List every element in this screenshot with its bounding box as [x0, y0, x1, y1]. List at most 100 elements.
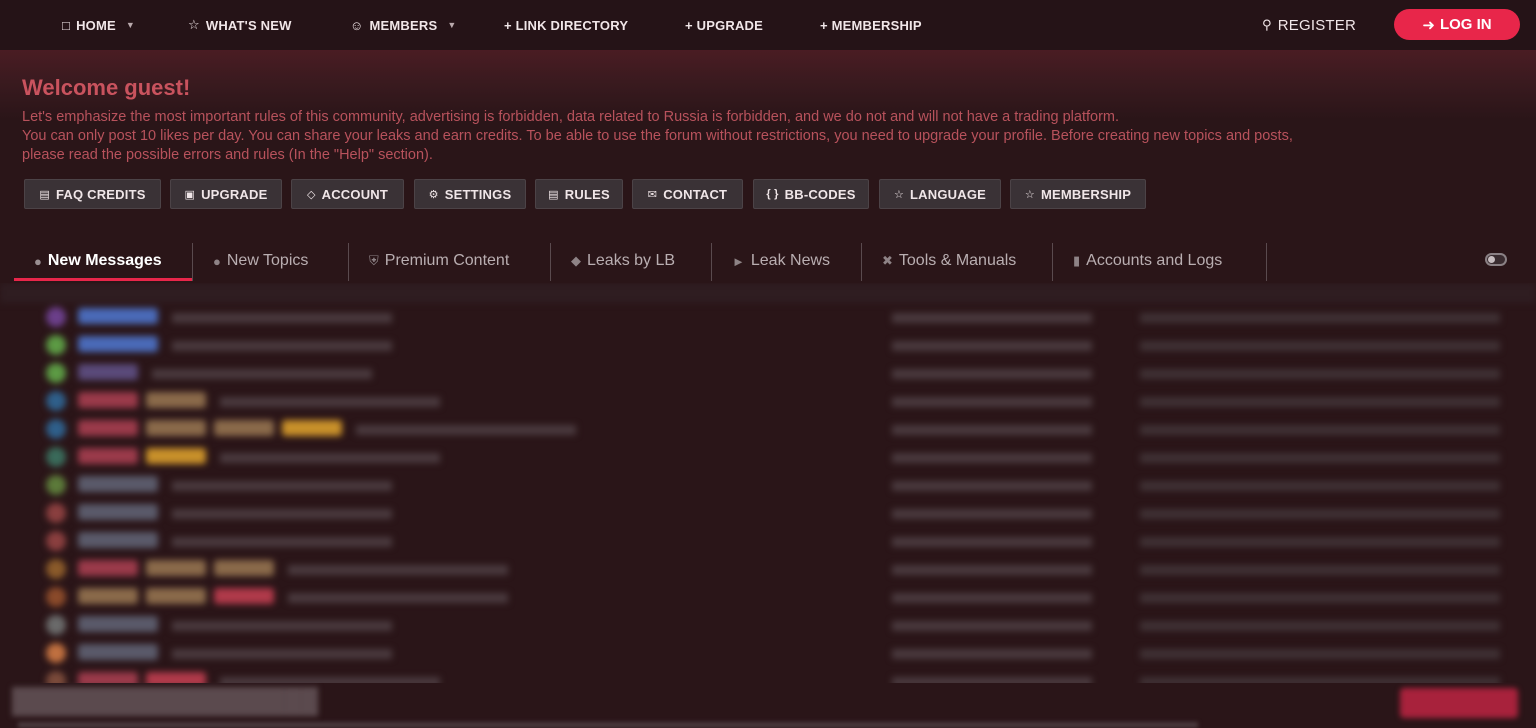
language-button[interactable]: ☆ LANGUAGE	[879, 179, 1001, 209]
stats-cell	[1140, 425, 1500, 435]
thread-title	[220, 677, 440, 683]
prefix-badge	[282, 420, 342, 436]
thread-title	[172, 537, 392, 547]
nav-link-directory[interactable]: + LINK DIRECTORY	[504, 0, 628, 50]
table-row	[0, 639, 1536, 667]
avatar	[46, 559, 66, 579]
nav-home-label: HOME	[76, 17, 116, 33]
table-row	[0, 387, 1536, 415]
forum-cell	[892, 425, 1092, 435]
login-button[interactable]: ➜ LOG IN	[1394, 9, 1520, 40]
avatar	[46, 335, 66, 355]
table-row	[0, 443, 1536, 471]
prefix-badge	[78, 476, 158, 492]
avatar	[46, 391, 66, 411]
tools-icon: ✖	[882, 253, 893, 268]
stats-cell	[1140, 621, 1500, 631]
nav-members-label: MEMBERS	[369, 17, 438, 33]
contact-button[interactable]: ✉ CONTACT	[632, 179, 743, 209]
nav-upgrade-label: + UPGRADE	[685, 17, 764, 33]
tag-icon: ◇	[306, 188, 316, 201]
chat-icon: ●	[213, 253, 221, 269]
membership-button[interactable]: ☆ MEMBERSHIP	[1010, 179, 1146, 209]
prefix-badge	[78, 308, 158, 324]
table-row	[0, 527, 1536, 555]
tab-divider	[711, 243, 712, 281]
account-button[interactable]: ◇ ACCOUNT	[291, 179, 404, 209]
faq-credits-label: FAQ CREDITS	[55, 186, 146, 202]
active-tab-indicator	[14, 278, 192, 281]
faq-credits-button[interactable]: ▤ FAQ CREDITS	[24, 179, 161, 209]
upgrade-button[interactable]: ▣ UPGRADE	[170, 179, 282, 209]
thread-title	[172, 341, 392, 351]
nav-members[interactable]: ☺ MEMBERS ▼	[350, 0, 456, 50]
messages-table	[0, 283, 1536, 683]
top-navigation: □ HOME ▼ ☆ WHAT'S NEW ☺ MEMBERS ▼ + LINK…	[0, 0, 1536, 50]
stats-cell	[1140, 397, 1500, 407]
nav-membership[interactable]: + MEMBERSHIP	[820, 0, 922, 50]
tab-divider	[192, 243, 193, 281]
nav-home[interactable]: □ HOME ▼	[62, 0, 135, 50]
account-label: ACCOUNT	[321, 186, 389, 202]
contact-label: CONTACT	[663, 186, 728, 202]
star-icon: ☆	[893, 188, 905, 201]
thread-title	[152, 369, 372, 379]
prefix-badge	[78, 588, 138, 604]
stats-cell	[1140, 341, 1500, 351]
tab-new-topics[interactable]: ● New Topics	[213, 242, 308, 280]
upgrade-label: UPGRADE	[201, 186, 268, 202]
stats-cell	[1140, 509, 1500, 519]
avatar	[46, 615, 66, 635]
sign-in-icon: ➜	[1422, 16, 1435, 34]
table-row	[0, 471, 1536, 499]
tab-accounts-logs[interactable]: ▮ Accounts and Logs	[1073, 242, 1222, 280]
stats-cell	[1140, 453, 1500, 463]
diamond-icon: ◆	[571, 253, 581, 268]
prefix-badge	[78, 532, 158, 548]
forum-cell	[892, 481, 1092, 491]
thread-title	[172, 313, 392, 323]
prefix-badge	[78, 560, 138, 576]
prefix-badge	[78, 448, 138, 464]
tab-tools-manuals[interactable]: ✖ Tools & Manuals	[882, 242, 1016, 280]
table-row	[0, 583, 1536, 611]
tab-premium-content[interactable]: ⛨ Premium Content	[369, 242, 509, 280]
clipboard-icon: ▤	[548, 188, 559, 201]
forum-cell	[892, 565, 1092, 575]
megaphone-icon: ►	[732, 253, 745, 269]
nav-upgrade[interactable]: + UPGRADE	[685, 0, 763, 50]
star-icon: ☆	[188, 17, 200, 32]
rules-button[interactable]: ▤ RULES	[535, 179, 623, 209]
forum-cell	[892, 621, 1092, 631]
prefix-badge	[78, 392, 138, 408]
nav-whats-new[interactable]: ☆ WHAT'S NEW	[188, 0, 292, 50]
view-toggle[interactable]	[1485, 253, 1507, 266]
avatar	[46, 307, 66, 327]
settings-button[interactable]: ⚙ SETTINGS	[414, 179, 526, 209]
chevron-down-icon[interactable]: ▼	[447, 20, 456, 30]
prefix-badge	[78, 420, 138, 436]
prefix-badge	[146, 392, 206, 408]
tab-tools-manuals-label: Tools & Manuals	[898, 252, 1017, 269]
prefix-badge	[214, 560, 274, 576]
table-header	[0, 283, 1536, 303]
thread-title	[288, 565, 508, 575]
tab-leak-news[interactable]: ► Leak News	[732, 242, 830, 280]
tab-leaks-by-lb[interactable]: ◆ Leaks by LB	[571, 242, 675, 280]
tab-new-messages[interactable]: ● New Messages	[34, 242, 162, 280]
chevron-down-icon[interactable]: ▼	[126, 20, 135, 30]
bb-codes-button[interactable]: { } BB-CODES	[753, 179, 869, 209]
tab-new-messages-label: New Messages	[47, 252, 162, 269]
register-link[interactable]: ⚲ REGISTER	[1262, 0, 1356, 50]
tab-divider	[550, 243, 551, 281]
footer-action-button[interactable]	[1400, 688, 1518, 718]
welcome-title: Welcome guest!	[22, 75, 191, 100]
tab-divider	[348, 243, 349, 281]
tab-divider	[1266, 243, 1267, 281]
thread-title	[172, 481, 392, 491]
chat-bubble-icon: □	[62, 17, 71, 33]
prefix-badge	[214, 588, 274, 604]
shield-icon: ⛨	[369, 253, 379, 268]
prefix-badge	[78, 336, 158, 352]
table-row	[0, 303, 1536, 331]
